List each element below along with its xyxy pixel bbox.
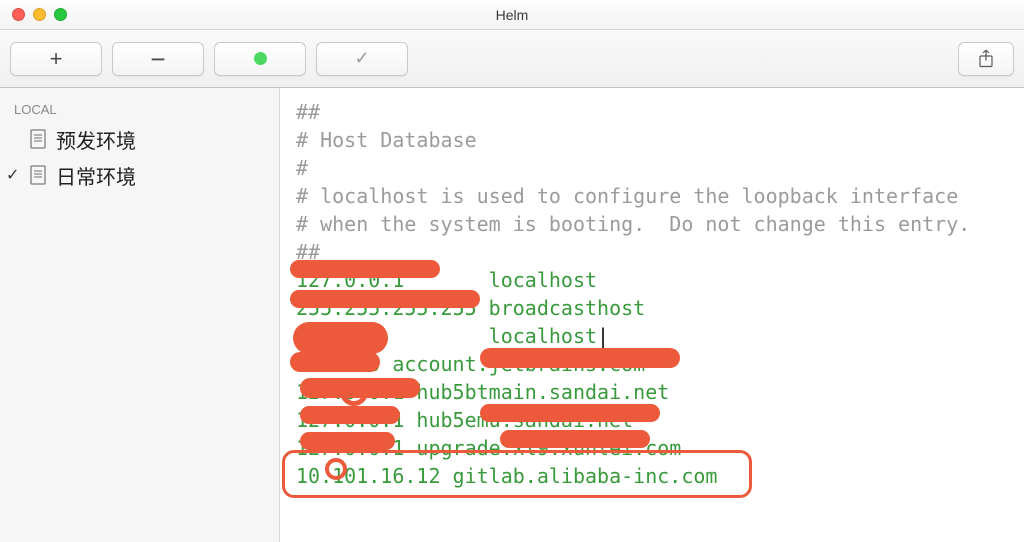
editor-line[interactable]: ::1 localhost [296, 322, 1008, 350]
traffic-lights [0, 8, 67, 21]
sidebar-item-daily[interactable]: 日常环境 [0, 157, 279, 193]
editor-line[interactable]: 127.0.0.1 hub5btmain.sandai.net [296, 378, 1008, 406]
close-window-button[interactable] [12, 8, 25, 21]
editor-line[interactable]: 0.0.0.0 account.jetbrains.com [296, 350, 1008, 378]
sidebar-section-label: LOCAL [0, 98, 279, 121]
editor-line[interactable]: 255.255.255.255 broadcasthost [296, 294, 1008, 322]
titlebar: Helm [0, 0, 1024, 30]
sidebar-item-label: 日常环境 [56, 161, 136, 190]
status-dot-icon [254, 52, 267, 65]
minimize-window-button[interactable] [33, 8, 46, 21]
main-area: LOCAL 预发环境 日常环境 ### Host Database## loca… [0, 88, 1024, 542]
editor-line[interactable]: 10.101.16.12 gitlab.alibaba-inc.com [296, 462, 1008, 490]
toolbar: + − ✓ [0, 30, 1024, 88]
status-button[interactable] [214, 42, 306, 76]
zoom-window-button[interactable] [54, 8, 67, 21]
share-icon [977, 48, 995, 70]
plus-icon: + [50, 46, 63, 72]
add-button[interactable]: + [10, 42, 102, 76]
sidebar: LOCAL 预发环境 日常环境 [0, 88, 280, 542]
editor-line[interactable]: ## [296, 238, 1008, 266]
share-button[interactable] [958, 42, 1014, 76]
editor-line[interactable]: 127.0.0.1 localhost [296, 266, 1008, 294]
editor-line[interactable]: 127.0.0.1 upgrade.xl9.xunlei.com [296, 434, 1008, 462]
hosts-editor[interactable]: ### Host Database## localhost is used to… [280, 88, 1024, 542]
editor-line[interactable]: # [296, 154, 1008, 182]
document-icon [30, 165, 46, 185]
editor-line[interactable]: ## [296, 98, 1008, 126]
sidebar-item-label: 预发环境 [56, 125, 136, 154]
remove-button[interactable]: − [112, 42, 204, 76]
editor-line[interactable]: # Host Database [296, 126, 1008, 154]
window-title: Helm [496, 7, 529, 23]
editor-line[interactable]: # when the system is booting. Do not cha… [296, 210, 1008, 238]
editor-line[interactable]: # localhost is used to configure the loo… [296, 182, 1008, 210]
editor-line[interactable]: 127.0.0.1 hub5emu.sandai.net [296, 406, 1008, 434]
check-icon: ✓ [354, 48, 369, 69]
sidebar-item-prerelease[interactable]: 预发环境 [0, 121, 279, 157]
document-icon [30, 129, 46, 149]
apply-button[interactable]: ✓ [316, 42, 408, 76]
